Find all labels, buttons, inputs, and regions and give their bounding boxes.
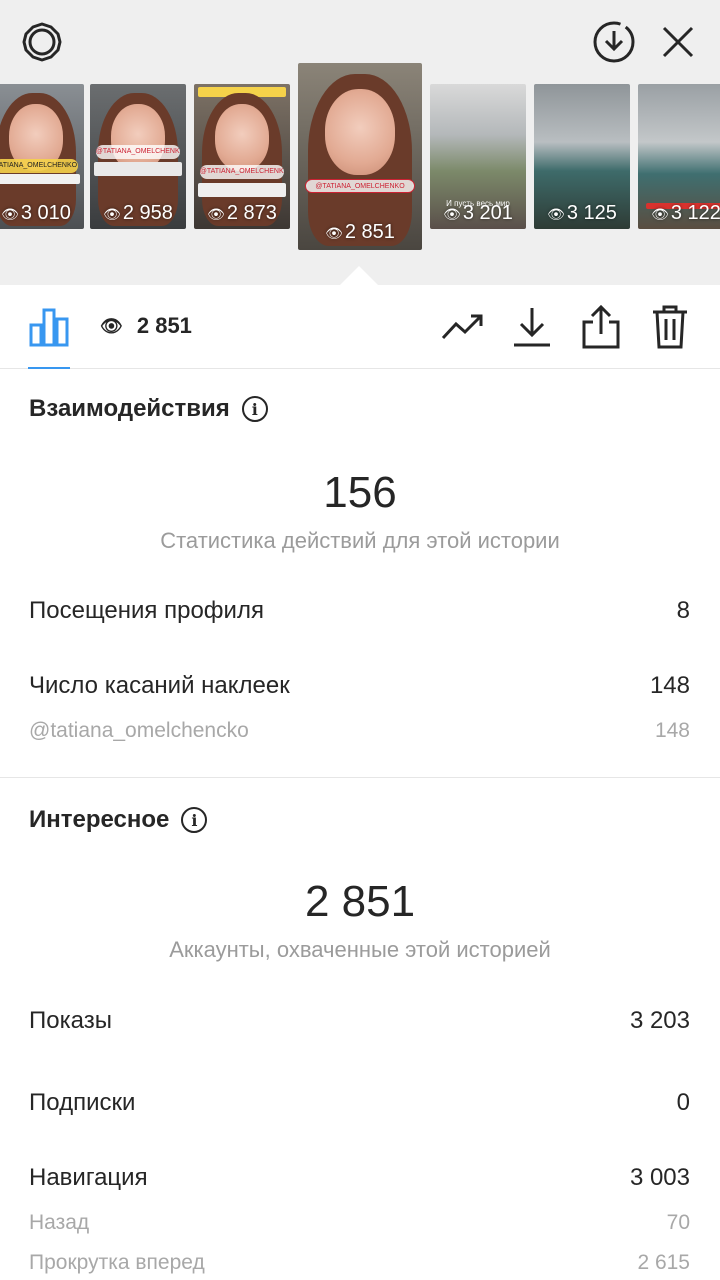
sticker-taps-row: Число касаний наклеек 148 bbox=[29, 672, 690, 700]
eye-icon: 👁 bbox=[100, 315, 123, 336]
back-row: Назад 70 bbox=[29, 1211, 690, 1235]
follows-label: Подписки bbox=[29, 1089, 136, 1116]
thumbnail-view-count: 👁 2 851 bbox=[325, 221, 395, 243]
trash-icon[interactable] bbox=[650, 303, 690, 351]
navigation-label: Навигация bbox=[29, 1164, 148, 1191]
mention-row: @tatiana_omelchencko 148 bbox=[29, 719, 690, 743]
follows-value: 0 bbox=[676, 1089, 690, 1116]
selected-pointer bbox=[339, 266, 379, 286]
thumbnail-view-count: 👁 3 010 bbox=[1, 202, 71, 224]
mention-value: 148 bbox=[654, 719, 690, 742]
thumbnail-caption: @TATIANA_OMELCHENKO bbox=[199, 165, 285, 180]
discovery-reach: 2 851 bbox=[304, 877, 416, 926]
info-icon[interactable]: i bbox=[181, 807, 208, 833]
section-divider bbox=[0, 777, 720, 778]
story-thumbnail[interactable]: И пусть весь мир 👁 3 201 bbox=[430, 84, 526, 229]
discovery-title: Интересное bbox=[29, 806, 170, 833]
info-icon[interactable]: i bbox=[241, 396, 268, 422]
thumbnail-view-count: 👁 2 958 bbox=[103, 202, 173, 224]
profile-visits-label: Посещения профиля bbox=[29, 597, 264, 624]
sticker-taps-label: Число касаний наклеек bbox=[29, 672, 290, 699]
thumbnail-view-count: 👁 3 122 bbox=[651, 202, 720, 224]
story-toolbar: 👁 2 851 bbox=[0, 285, 720, 369]
active-tab-indicator bbox=[28, 367, 70, 369]
navigation-value: 3 003 bbox=[629, 1164, 690, 1191]
download-circle-icon[interactable] bbox=[592, 20, 636, 64]
share-icon[interactable] bbox=[580, 303, 622, 351]
interactions-title: Взаимодействия bbox=[29, 395, 230, 422]
gear-icon[interactable] bbox=[20, 20, 64, 64]
thumbnail-view-count: 👁 3 201 bbox=[443, 202, 513, 224]
thumbnail-view-count: 👁 3 125 bbox=[547, 202, 617, 224]
views-count: 2 851 bbox=[136, 313, 192, 338]
thumbnail-caption: TATIANA_OMELCHENKO bbox=[0, 159, 79, 174]
discovery-heading: Интересное i bbox=[29, 806, 208, 834]
story-thumbnail[interactable]: @TATIANA_OMELCHENKO 👁 2 958 bbox=[90, 84, 186, 229]
story-thumbnail[interactable]: @TATIANA_OMELCHENKO 👁 2 873 bbox=[194, 84, 290, 229]
download-icon[interactable] bbox=[512, 305, 552, 349]
impressions-value: 3 203 bbox=[629, 1007, 690, 1034]
close-icon[interactable] bbox=[658, 22, 698, 62]
bar-chart-icon[interactable] bbox=[26, 307, 72, 347]
profile-visits-row: Посещения профиля 8 bbox=[29, 597, 690, 625]
impressions-row: Показы 3 203 bbox=[29, 1007, 690, 1035]
profile-visits-value: 8 bbox=[676, 597, 690, 624]
mention-label: @tatiana_omelchencko bbox=[29, 719, 249, 742]
sticker-taps-value: 148 bbox=[649, 672, 690, 699]
thumbnail-caption: @TATIANA_OMELCHENKO bbox=[95, 144, 181, 159]
back-label: Назад bbox=[29, 1211, 90, 1234]
thumbnail-view-count: 👁 2 873 bbox=[207, 202, 277, 224]
forward-label: Прокрутка вперед bbox=[29, 1251, 205, 1274]
interactions-caption: Статистика действий для этой истории bbox=[160, 528, 560, 553]
story-thumbnail[interactable]: 👁 3 122 bbox=[638, 84, 720, 229]
forward-value: 2 615 bbox=[637, 1251, 690, 1274]
views-summary: 👁 2 851 bbox=[100, 313, 192, 339]
discovery-caption: Аккаунты, охваченные этой историей bbox=[169, 937, 551, 962]
interactions-total: 156 bbox=[323, 468, 397, 517]
thumbnail-caption: @TATIANA_OMELCHENKO bbox=[305, 178, 415, 193]
interactions-heading: Взаимодействия i bbox=[29, 395, 268, 423]
story-strip: TATIANA_OMELCHENKO 👁 3 010 @TATIANA_OMELC… bbox=[0, 0, 720, 286]
navigation-row: Навигация 3 003 bbox=[29, 1164, 690, 1192]
forward-row: Прокрутка вперед 2 615 bbox=[29, 1251, 690, 1275]
follows-row: Подписки 0 bbox=[29, 1089, 690, 1117]
story-thumbnail[interactable]: 👁 3 125 bbox=[534, 84, 630, 229]
back-value: 70 bbox=[666, 1211, 690, 1234]
impressions-label: Показы bbox=[29, 1007, 112, 1034]
story-thumbnail-selected[interactable]: @TATIANA_OMELCHENKO 👁 2 851 bbox=[298, 63, 422, 250]
trend-icon[interactable] bbox=[441, 309, 485, 345]
story-thumbnail[interactable]: TATIANA_OMELCHENKO 👁 3 010 bbox=[0, 84, 84, 229]
